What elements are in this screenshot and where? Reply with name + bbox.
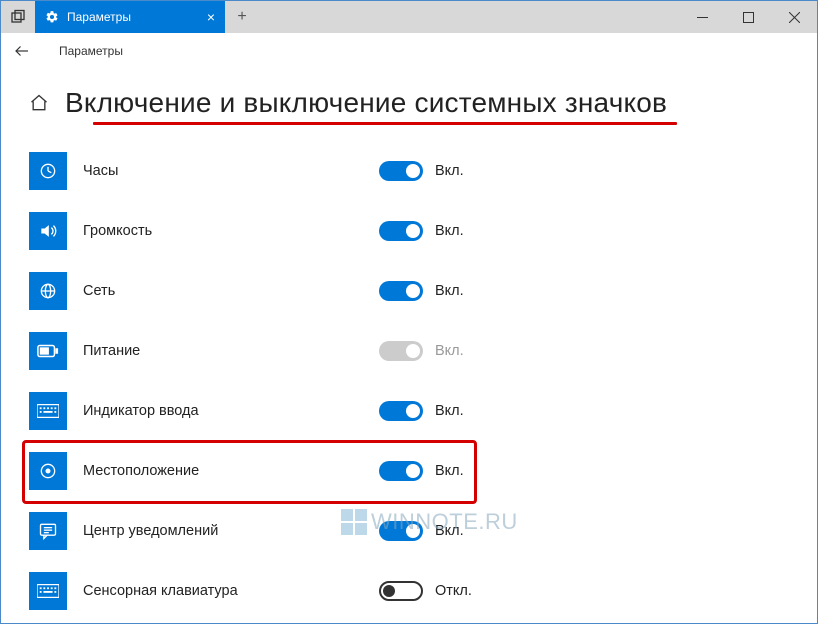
item-controls: Вкл.	[379, 281, 464, 301]
item-label: Часы	[83, 163, 363, 179]
item-label: Громкость	[83, 223, 363, 239]
item-label: Сеть	[83, 283, 363, 299]
item-controls: Вкл.	[379, 221, 464, 241]
touch-kbd-icon	[29, 572, 67, 610]
toggle-switch[interactable]	[379, 521, 423, 541]
list-item: Центр уведомлений Вкл.	[29, 501, 789, 561]
toggle-label: Вкл.	[435, 163, 464, 179]
title-bar: Параметры × +	[1, 1, 817, 33]
toggle-switch[interactable]	[379, 461, 423, 481]
volume-icon	[29, 212, 67, 250]
item-controls: Вкл.	[379, 461, 464, 481]
back-button[interactable]	[13, 42, 31, 60]
power-icon	[29, 332, 67, 370]
item-controls: Откл.	[379, 581, 472, 601]
content: Включение и выключение системных значков…	[1, 69, 817, 621]
settings-list: Часы Вкл. Громкость Вкл. Сеть Вкл. Питание Вкл.…	[29, 141, 789, 621]
toggle-switch[interactable]	[379, 161, 423, 181]
location-icon	[29, 452, 67, 490]
toggle-switch[interactable]	[379, 581, 423, 601]
list-item: Индикатор ввода Вкл.	[29, 381, 789, 441]
list-item: Сеть Вкл.	[29, 261, 789, 321]
action-ctr-icon	[29, 512, 67, 550]
clock-icon	[29, 152, 67, 190]
toggle-switch[interactable]	[379, 281, 423, 301]
close-window-button[interactable]	[771, 1, 817, 33]
title-bar-left: Параметры × +	[1, 1, 259, 33]
nav-bar: Параметры	[1, 33, 817, 69]
window-controls	[679, 1, 817, 33]
list-item: Сенсорная клавиатура Откл.	[29, 561, 789, 621]
tab-title: Параметры	[67, 10, 199, 24]
gear-icon	[45, 10, 59, 24]
list-item: Громкость Вкл.	[29, 201, 789, 261]
toggle-label: Вкл.	[435, 403, 464, 419]
toggle-switch[interactable]	[379, 221, 423, 241]
item-label: Сенсорная клавиатура	[83, 583, 363, 599]
toggle-switch	[379, 341, 423, 361]
item-controls: Вкл.	[379, 341, 464, 361]
toggle-label: Откл.	[435, 583, 472, 599]
toggle-switch[interactable]	[379, 401, 423, 421]
maximize-button[interactable]	[725, 1, 771, 33]
toggle-label: Вкл.	[435, 523, 464, 539]
toggle-label: Вкл.	[435, 223, 464, 239]
keyboard-icon	[29, 392, 67, 430]
network-icon	[29, 272, 67, 310]
item-controls: Вкл.	[379, 401, 464, 421]
annotation-underline	[93, 122, 677, 125]
app-switcher-icon[interactable]	[1, 1, 35, 33]
list-item: Местоположение Вкл.	[29, 441, 789, 501]
page-title: Включение и выключение системных значков	[65, 87, 667, 119]
new-tab-button[interactable]: +	[225, 1, 259, 33]
item-controls: Вкл.	[379, 521, 464, 541]
toggle-label: Вкл.	[435, 463, 464, 479]
item-label: Местоположение	[83, 463, 363, 479]
list-item: Питание Вкл.	[29, 321, 789, 381]
toggle-label: Вкл.	[435, 283, 464, 299]
close-tab-button[interactable]: ×	[207, 9, 215, 25]
item-label: Центр уведомлений	[83, 523, 363, 539]
item-label: Питание	[83, 343, 363, 359]
minimize-button[interactable]	[679, 1, 725, 33]
item-label: Индикатор ввода	[83, 403, 363, 419]
tab-settings[interactable]: Параметры ×	[35, 1, 225, 33]
nav-title: Параметры	[59, 44, 123, 58]
toggle-label: Вкл.	[435, 343, 464, 359]
header-row: Включение и выключение системных значков	[29, 87, 789, 119]
item-controls: Вкл.	[379, 161, 464, 181]
home-icon[interactable]	[29, 93, 49, 113]
list-item: Часы Вкл.	[29, 141, 789, 201]
